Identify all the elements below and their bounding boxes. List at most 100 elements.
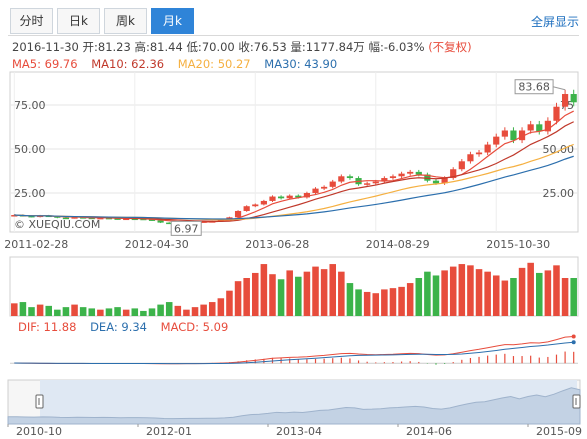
volume-bar (277, 279, 285, 316)
candle-body (243, 206, 250, 211)
max-price-pointer (552, 86, 566, 91)
candle-body (484, 144, 491, 153)
volume-bar (260, 264, 268, 316)
navigator-tick-label: 2015-09 (536, 425, 582, 438)
volume-bar (157, 304, 164, 316)
volume-bar (28, 307, 35, 316)
candle-body (398, 173, 405, 177)
date-tick: 2011-02-28 (4, 238, 68, 251)
volume-bar (71, 304, 78, 316)
volume-bar (54, 309, 61, 316)
dea-line (14, 341, 574, 365)
volume-bar (217, 298, 225, 316)
max-price-label: 83.68 (518, 81, 550, 94)
volume-bar (36, 304, 44, 316)
dif-end-dot (571, 334, 576, 339)
volume-bar (234, 281, 242, 316)
volume-bar (484, 271, 491, 316)
volume-bar (398, 286, 405, 316)
volume-bar (174, 305, 182, 316)
candle-body (510, 130, 517, 141)
candle-body (570, 94, 577, 103)
price-tick-right: 25.00 (543, 187, 575, 200)
watermark: © XUEQIU.COM (14, 218, 100, 231)
candle-body (338, 176, 345, 182)
volume-bar (432, 275, 440, 316)
volume-bar (527, 262, 534, 316)
volume-bar (424, 271, 431, 316)
candle-body (415, 171, 422, 175)
volume-bar (510, 278, 517, 316)
volume-bar (363, 291, 371, 316)
volume-bar (19, 302, 27, 316)
volume-bar (320, 269, 328, 316)
candle-body (329, 181, 336, 187)
volume-bar (183, 309, 190, 316)
volume-bar (208, 302, 216, 316)
candle-body (372, 181, 379, 184)
volume-bar (11, 303, 18, 316)
volume-bar (122, 309, 130, 316)
candle-body (260, 200, 267, 205)
candle-body (286, 195, 293, 199)
candle-body (252, 204, 259, 207)
candle-body (312, 188, 319, 194)
candle-body (321, 186, 328, 189)
price-tick-left: 25.00 (14, 187, 46, 200)
price-tick-left: 75.00 (14, 99, 46, 112)
volume-bar (312, 266, 319, 316)
candle-body (389, 176, 397, 179)
candle-body (561, 94, 569, 107)
price-tick-left: 50.00 (14, 143, 46, 156)
volume-bar (131, 308, 139, 316)
volume-bar (346, 283, 354, 316)
volume-bar (329, 264, 336, 316)
volume-bar (269, 274, 276, 316)
volume-bar (79, 307, 87, 316)
candle-body (346, 176, 354, 179)
volume-bar (252, 272, 259, 316)
volume-bar (441, 270, 448, 316)
volume-bar (200, 304, 207, 316)
date-tick: 2015-10-30 (486, 238, 550, 251)
volume-bar (372, 293, 380, 316)
stock-chart: 75.007550.0050.0025.0025.0083.686.97© XU… (4, 71, 582, 438)
volume-bar (88, 308, 96, 316)
candle-body (234, 210, 242, 218)
volume-bar (458, 264, 466, 316)
volume-bar (536, 272, 543, 316)
volume-bar (449, 266, 457, 316)
navigator-tick-label: 2012-01 (146, 425, 192, 438)
volume-bar (148, 308, 156, 316)
volume-bar (62, 307, 70, 316)
candle-body (501, 130, 508, 137)
candle-body (467, 154, 474, 162)
dea-end-dot (571, 340, 576, 345)
candle-body (458, 161, 465, 170)
volume-bar (475, 269, 483, 316)
volume-bar (97, 309, 104, 316)
volume-bar (303, 271, 311, 316)
volume-bar (105, 308, 113, 316)
volume-bar (518, 267, 526, 316)
candle-body (269, 196, 276, 201)
candle-body (432, 180, 440, 184)
volume-bar (544, 270, 552, 316)
volume-bar (415, 278, 423, 316)
volume-bar (467, 265, 474, 316)
navigator-tick-label: 2013-04 (276, 425, 322, 438)
volume-bar (338, 271, 345, 316)
candle-body (475, 152, 483, 155)
volume-bar (140, 310, 147, 316)
ma10-line (14, 121, 574, 222)
date-tick: 2014-08-29 (366, 238, 430, 251)
volume-bar (492, 275, 500, 316)
volume-bar (406, 283, 414, 316)
date-tick: 2012-04-30 (125, 238, 189, 251)
candle-body (527, 124, 534, 131)
volume-bar (381, 289, 388, 316)
volume-bar (191, 307, 199, 316)
candle-body (407, 171, 414, 174)
min-price-label: 6.97 (174, 222, 199, 235)
candle-body (277, 196, 285, 199)
